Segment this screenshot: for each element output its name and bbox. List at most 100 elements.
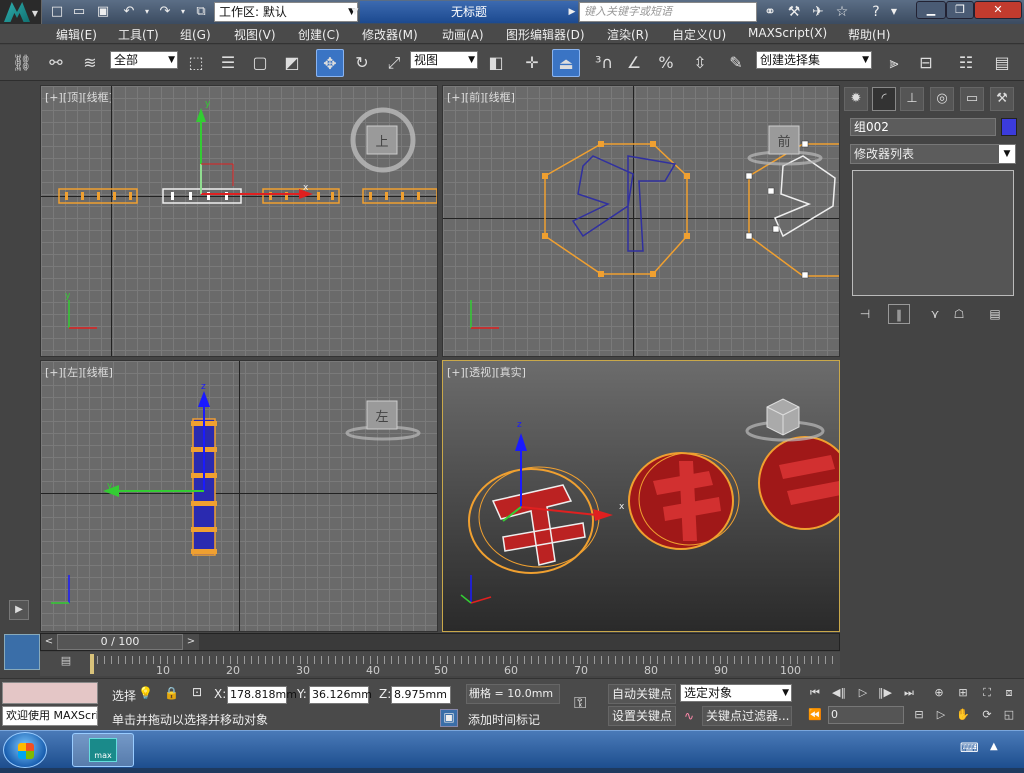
rectangular-selection-icon[interactable]: ▢ <box>246 49 274 77</box>
go-to-start-icon[interactable]: ⏮ <box>806 685 824 701</box>
key-filters-button[interactable]: 关键点过滤器... <box>702 706 792 726</box>
z-axis-gizmo-arrow[interactable] <box>515 433 527 451</box>
modifier-list-dropdown[interactable]: 修改器列表 ▼ <box>850 144 1016 164</box>
maximize-button[interactable]: ❐ <box>946 1 974 19</box>
bind-space-warp-icon[interactable]: ≋ <box>76 49 104 77</box>
orbit-icon[interactable]: ⟳ <box>978 707 996 723</box>
viewcube-front[interactable]: 前 <box>747 125 823 166</box>
viewport-perspective[interactable]: [+][透视][真实] x z <box>442 360 840 632</box>
menu-maxscript[interactable]: MAXScript(X) <box>748 26 827 40</box>
window-crossing-icon[interactable]: ◩ <box>278 49 306 77</box>
menu-animation[interactable]: 动画(A) <box>442 26 484 43</box>
menu-create[interactable]: 创建(C) <box>298 26 340 43</box>
search-input[interactable]: 键入关键字或短语 <box>579 2 757 22</box>
select-and-link-icon[interactable]: ⛓ <box>8 49 36 77</box>
pan-view-icon[interactable]: ✋ <box>954 707 972 723</box>
viewcube-top[interactable]: 上 <box>350 107 416 173</box>
undo-dropdown-icon[interactable]: ▾ <box>138 3 156 21</box>
menu-views[interactable]: 视图(V) <box>234 26 276 43</box>
communication-center-icon[interactable]: ✈ <box>808 3 828 21</box>
front-object-1[interactable] <box>544 143 688 275</box>
angle-snap-icon[interactable]: ∠ <box>620 49 648 77</box>
snaps-toggle-icon[interactable]: ³∩ <box>590 49 618 77</box>
maximize-viewport-icon[interactable]: ◱ <box>1000 707 1018 723</box>
persp-object-1[interactable] <box>468 466 600 574</box>
zoom-icon[interactable]: ⊕ <box>930 685 948 701</box>
modify-tab-icon[interactable]: ◜ <box>872 87 896 111</box>
align-icon[interactable]: ⊟ <box>912 49 940 77</box>
y-axis-gizmo-arrow[interactable] <box>196 108 206 122</box>
absolute-mode-icon[interactable]: ⊡ <box>192 685 202 699</box>
viewport-left[interactable]: [+][左][线框] y z 左 <box>40 360 438 632</box>
modifier-stack[interactable] <box>852 170 1014 296</box>
top-object-3[interactable] <box>362 188 437 204</box>
z-coord-field[interactable]: 8.975mm <box>391 686 451 704</box>
menu-graph-editors[interactable]: 图形编辑器(D) <box>506 26 585 43</box>
menu-rendering[interactable]: 渲染(R) <box>607 26 649 43</box>
auto-key-button[interactable]: 自动关键点 <box>608 684 676 704</box>
application-menu-button[interactable]: ▼ <box>0 0 42 24</box>
minimize-button[interactable]: ▁ <box>916 1 946 19</box>
next-frame-icon[interactable]: > <box>183 634 199 650</box>
named-selection-sets-dropdown[interactable]: 创建选择集 ▼ <box>756 51 872 69</box>
zoom-extents-icon[interactable]: ⛶ <box>978 685 996 701</box>
key-mode-dropdown[interactable]: 选定对象 ▼ <box>680 684 792 702</box>
percent-snap-icon[interactable]: % <box>652 49 680 77</box>
keyboard-shortcut-override-icon[interactable]: ⏏ <box>552 49 580 77</box>
graphite-tools-icon[interactable]: ▤ <box>988 49 1016 77</box>
x-coord-field[interactable]: 178.818mm <box>227 686 297 704</box>
binoculars-icon[interactable]: ⚭ <box>760 3 780 21</box>
selection-filter-dropdown[interactable]: 全部 ▼ <box>110 51 178 69</box>
time-configuration-icon[interactable]: ⊟ <box>910 707 928 723</box>
favorites-star-icon[interactable]: ☆ <box>832 3 852 21</box>
selection-lock-icon[interactable]: 🔒 <box>164 686 179 700</box>
key-tools-icon[interactable]: ⚒ <box>784 3 804 21</box>
isolate-selection-icon[interactable]: 💡 <box>138 686 153 700</box>
menu-modifiers[interactable]: 修改器(M) <box>362 26 418 43</box>
time-slider[interactable]: < 0 / 100 > <box>40 633 840 651</box>
unlink-selection-icon[interactable]: ⚯ <box>42 49 70 77</box>
layer-manager-icon[interactable]: ☷ <box>952 49 980 77</box>
set-key-icon[interactable]: ⚿ <box>574 693 586 713</box>
play-icon[interactable]: ▷ <box>854 685 872 701</box>
select-by-name-icon[interactable]: ☰ <box>214 49 242 77</box>
play-expand-icon[interactable]: ▶ <box>9 600 29 620</box>
menu-help[interactable]: 帮助(H) <box>848 26 890 43</box>
workspace-dropdown[interactable]: 工作区: 默认 ▼ <box>214 2 358 22</box>
x-axis-gizmo-arrow[interactable] <box>593 509 613 521</box>
next-key-icon[interactable]: ‖▶ <box>876 685 894 701</box>
redo-dropdown-icon[interactable]: ▾ <box>174 3 192 21</box>
key-mode-toggle-icon[interactable]: ⏪ <box>806 707 824 723</box>
save-icon[interactable]: ▣ <box>94 3 112 21</box>
display-tab-icon[interactable]: ▭ <box>960 87 984 111</box>
start-button[interactable] <box>3 732 47 768</box>
add-time-tag-label[interactable]: 添加时间标记 <box>468 711 540 728</box>
keyboard-icon[interactable]: ⌨ <box>960 741 979 756</box>
pin-stack-icon[interactable]: ⊣ <box>854 304 876 324</box>
viewport-front[interactable]: [+][前][线框] 前 <box>442 85 840 357</box>
previous-key-icon[interactable]: ◀‖ <box>830 685 848 701</box>
show-end-result-icon[interactable]: ∥ <box>888 304 910 324</box>
maxscript-welcome-field[interactable]: 欢迎使用 MAXScri <box>2 706 98 726</box>
pivot-center-icon[interactable]: ◧ <box>482 49 510 77</box>
tray-arrow-icon[interactable]: ▲ <box>990 741 998 752</box>
close-button[interactable]: ✕ <box>974 1 1022 19</box>
viewcube-perspective[interactable] <box>745 398 825 442</box>
z-axis-gizmo-arrow[interactable] <box>198 391 210 407</box>
current-time-marker[interactable] <box>90 654 94 674</box>
mirror-icon[interactable]: ⫸ <box>880 49 908 77</box>
reference-coord-system-dropdown[interactable]: 视图 ▼ <box>410 51 478 69</box>
zoom-all-icon[interactable]: ⊞ <box>954 685 972 701</box>
persp-object-3[interactable] <box>758 436 840 530</box>
y-coord-field[interactable]: 36.126mm <box>309 686 372 704</box>
edit-named-selection-icon[interactable]: ✎ <box>722 49 750 77</box>
menu-tools[interactable]: 工具(T) <box>118 26 159 43</box>
select-object-icon[interactable]: ⬚ <box>182 49 210 77</box>
select-and-scale-icon[interactable]: ⤢ <box>380 49 408 77</box>
time-tag-icon[interactable]: ▣ <box>440 709 458 727</box>
menu-group[interactable]: 组(G) <box>180 26 211 43</box>
set-key-button[interactable]: 设置关键点 <box>608 706 676 726</box>
configure-modifier-sets-icon[interactable]: ▤ <box>984 304 1006 324</box>
field-of-view-icon[interactable]: ▷ <box>932 707 950 723</box>
redo-icon[interactable]: ↷ <box>156 3 174 21</box>
